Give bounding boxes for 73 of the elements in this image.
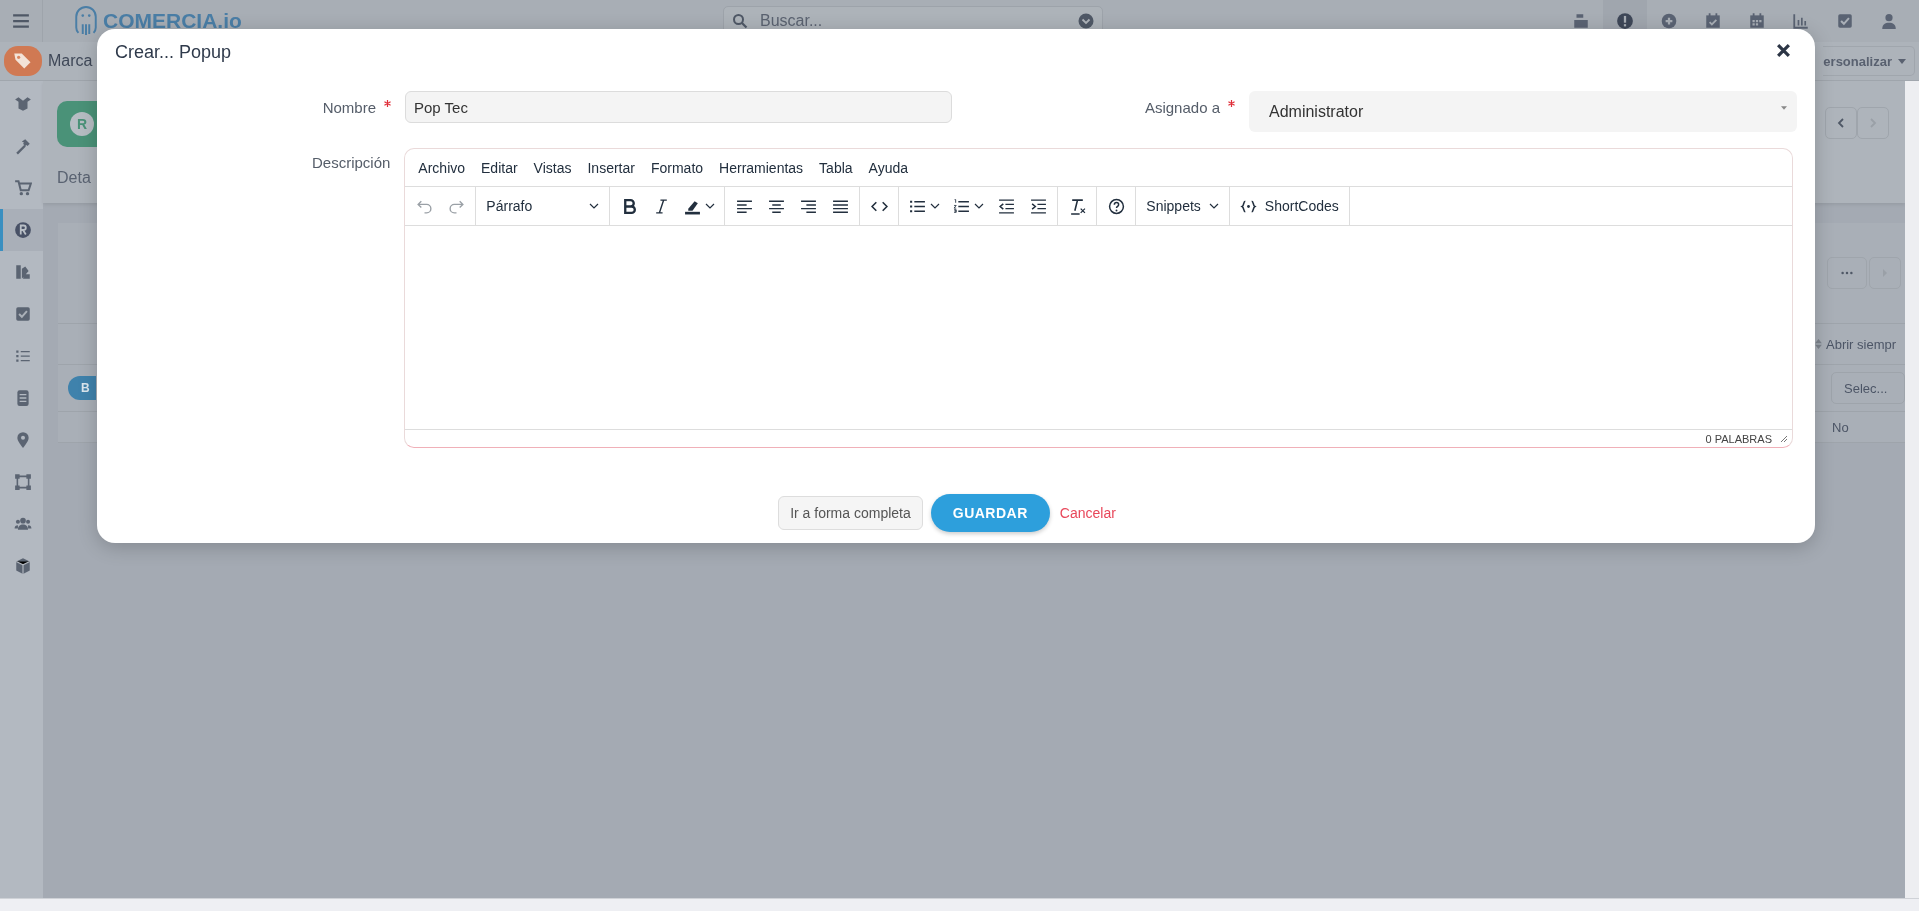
caret-icon — [1781, 105, 1787, 110]
chevron-down-icon — [973, 203, 984, 209]
block-format-dropdown[interactable]: Párrafo — [480, 191, 606, 221]
caret-icon — [1898, 58, 1906, 64]
outdent-icon — [997, 197, 1015, 215]
dropdown-icon — [1078, 13, 1094, 29]
editor-menu-item[interactable]: Formato — [643, 155, 711, 180]
calendar-icon — [1748, 12, 1766, 30]
editor-menu-item[interactable]: Ayuda — [861, 155, 916, 180]
list-icon — [14, 347, 32, 365]
editor-menu-item[interactable]: Insertar — [580, 155, 642, 180]
search-icon — [732, 13, 748, 29]
calendar-check-icon — [1704, 12, 1722, 30]
column-heading: Abrir siempr — [1826, 336, 1898, 352]
check-icon — [14, 305, 32, 323]
clear-icon — [1068, 197, 1086, 215]
octopus-logo-icon — [73, 4, 99, 38]
plus-icon — [1660, 12, 1678, 30]
numbers-icon — [952, 197, 970, 215]
field-label: Descripción — [311, 154, 391, 173]
pin-icon — [14, 431, 32, 449]
help-icon — [1107, 197, 1125, 215]
previous-button[interactable] — [1825, 107, 1857, 139]
cart-icon — [14, 179, 32, 197]
alert-icon — [1616, 12, 1634, 30]
editor-menu-item[interactable]: Vistas — [526, 155, 579, 180]
snippets-dropdown[interactable]: Snippets — [1140, 191, 1225, 221]
field-label: Asignado a — [1144, 99, 1220, 116]
users-icon — [14, 515, 32, 533]
scrollbar[interactable] — [1905, 81, 1919, 898]
indent-icon — [1029, 197, 1047, 215]
chevron-down-icon — [1208, 203, 1219, 209]
editor-menu-item[interactable]: Tabla — [812, 155, 860, 180]
table-cell-text: No — [1832, 419, 1850, 435]
sidebar-item[interactable] — [0, 209, 43, 251]
resize-handle-icon[interactable] — [1780, 434, 1788, 443]
chevron-down-icon — [589, 203, 600, 209]
editor-menu-item[interactable]: Editar — [474, 155, 525, 180]
align-right-icon — [799, 197, 817, 215]
field-label: Nombre — [322, 99, 376, 116]
cancel-link[interactable]: Cancelar — [1057, 505, 1118, 521]
chevron-down-icon — [704, 203, 715, 209]
editor-menu-item[interactable]: Archivo — [411, 155, 473, 180]
cube-icon — [14, 557, 32, 575]
chevron-left-icon — [1836, 118, 1846, 128]
cabinet-icon — [14, 389, 32, 407]
menu-icon — [12, 12, 30, 30]
align-left-icon — [735, 197, 753, 215]
logo-text: COMERCIA.io — [103, 9, 242, 33]
search-input[interactable]: Buscar... — [758, 11, 1068, 31]
register-icon — [1572, 12, 1590, 30]
word-count: 0 PALABRAS — [1705, 432, 1772, 445]
full-form-button[interactable]: Ir a forma completa — [778, 496, 923, 530]
ellipsis-icon — [1840, 271, 1854, 275]
align-center-icon — [767, 197, 785, 215]
swatch-icon — [14, 263, 32, 281]
tag-icon — [4, 46, 42, 76]
shortcodes-button[interactable]: ShortCodes — [1233, 191, 1345, 221]
box-icon — [14, 95, 32, 113]
close-icon — [1775, 43, 1791, 58]
justify-icon — [831, 197, 849, 215]
user-icon — [1880, 12, 1898, 30]
dialog-title: Crear... Popup — [115, 41, 232, 63]
check-icon — [1836, 12, 1854, 30]
frame-icon — [14, 473, 32, 491]
chevron-down-icon — [929, 203, 940, 209]
editor-menu-item[interactable]: Herramientas — [712, 155, 811, 180]
r-icon — [14, 221, 32, 239]
name-input[interactable]: Pop Tec — [405, 91, 952, 123]
assignee-select[interactable]: Administrator — [1249, 91, 1797, 132]
module-title: Marca — [48, 52, 93, 70]
hammer-icon — [14, 137, 32, 155]
chart-icon — [1792, 12, 1810, 30]
